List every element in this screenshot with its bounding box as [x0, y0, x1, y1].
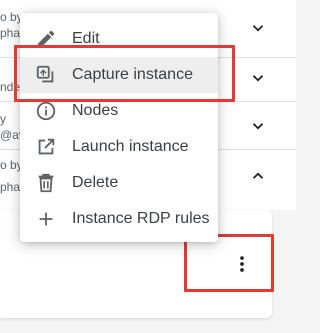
menu-item-launch-instance[interactable]: Launch instance	[20, 129, 218, 165]
menu-item-edit[interactable]: Edit	[20, 21, 218, 57]
menu-item-label: Capture instance	[72, 66, 193, 83]
row-text: y	[0, 112, 6, 126]
chevron-down-icon[interactable]	[246, 16, 270, 40]
trash-icon	[34, 171, 58, 195]
plus-icon	[34, 207, 58, 231]
menu-item-label: Launch instance	[72, 138, 189, 155]
menu-item-label: Edit	[72, 30, 100, 47]
row-text: nde	[0, 80, 21, 94]
menu-item-label: Instance RDP rules	[72, 210, 210, 227]
pencil-icon	[34, 27, 58, 51]
menu-item-label: Delete	[72, 174, 119, 191]
more-options-icon[interactable]	[230, 252, 254, 276]
menu-item-nodes[interactable]: Nodes	[20, 93, 218, 129]
menu-item-label: Nodes	[72, 102, 119, 119]
chevron-down-icon[interactable]	[246, 66, 270, 90]
open-external-icon	[34, 135, 58, 159]
chevron-down-icon[interactable]	[246, 114, 270, 138]
row-subtext: pha	[0, 26, 21, 40]
menu-item-delete[interactable]: Delete	[20, 165, 218, 201]
capture-icon	[34, 63, 58, 87]
menu-item-capture-instance[interactable]: Capture instance	[20, 57, 218, 93]
chevron-up-icon[interactable]	[246, 164, 270, 188]
row-subtext: pha	[0, 180, 21, 194]
info-icon	[34, 99, 58, 123]
context-menu: Edit Capture instance Nodes Launch insta…	[20, 13, 218, 242]
menu-item-instance-rdp-rules[interactable]: Instance RDP rules	[20, 201, 218, 237]
